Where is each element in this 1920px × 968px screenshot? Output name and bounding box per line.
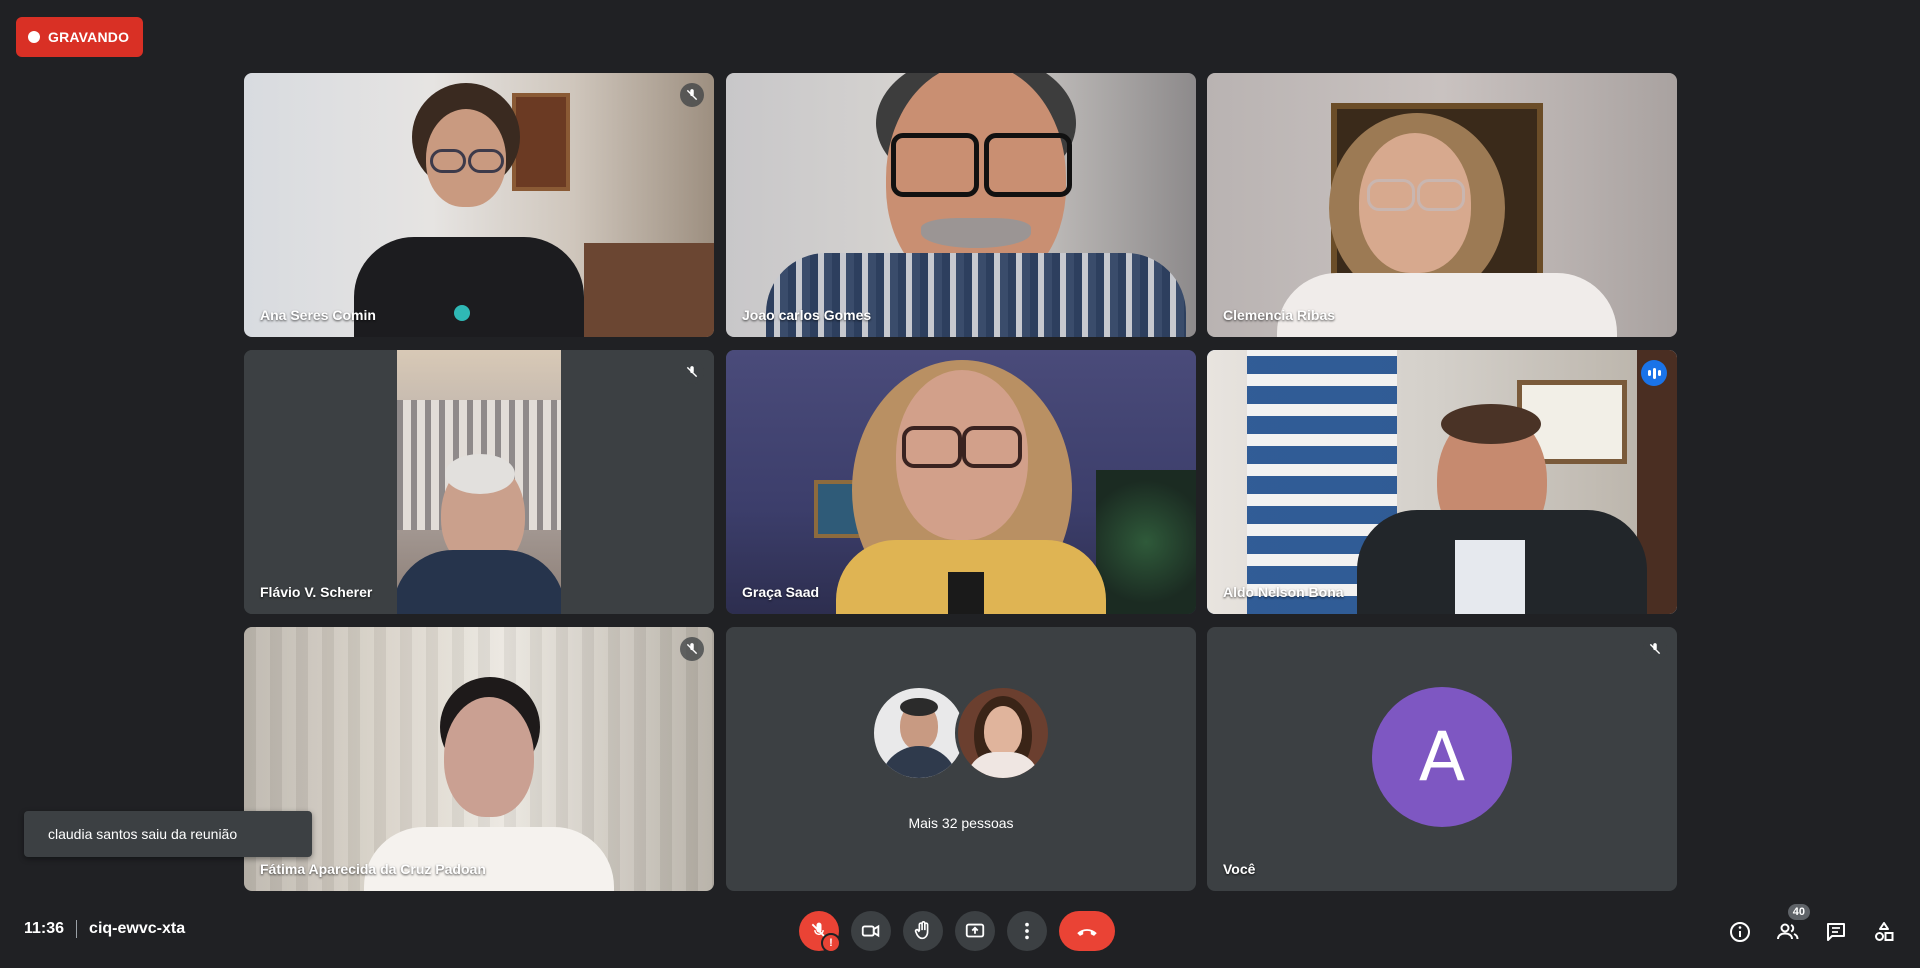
participant-video (244, 350, 714, 614)
more-participants-tile[interactable]: Mais 32 pessoas (726, 627, 1196, 891)
speaking-indicator-icon (1641, 360, 1667, 386)
recording-label: GRAVANDO (48, 29, 130, 45)
side-panel-controls: 40 (1724, 904, 1900, 948)
more-options-button[interactable] (1007, 911, 1047, 951)
leave-call-button[interactable] (1059, 911, 1115, 951)
participant-tile[interactable]: Joao carlos Gomes (726, 73, 1196, 337)
participant-video (244, 73, 714, 337)
meeting-info: 11:36 ciq-ewvc-xta (24, 920, 185, 938)
participant-video (726, 350, 1196, 614)
hang-up-icon (1077, 929, 1097, 936)
participant-name: Graça Saad (742, 584, 820, 600)
meeting-code[interactable]: ciq-ewvc-xta (89, 920, 185, 938)
warning-icon: ! (821, 933, 841, 953)
participant-name: Fátima Aparecida da Cruz Padoan (260, 861, 486, 877)
people-count-badge: 40 (1787, 904, 1810, 920)
mic-off-icon (680, 360, 704, 384)
participant-name: Flávio V. Scherer (260, 584, 373, 600)
more-participants-label: Mais 32 pessoas (908, 815, 1014, 831)
meeting-time: 11:36 (24, 920, 65, 937)
mic-off-icon (680, 637, 704, 661)
participant-tile[interactable]: Clemencia Ribas (1207, 73, 1677, 337)
self-avatar: A (1372, 687, 1512, 827)
people-icon (1777, 923, 1799, 940)
notification-toast: claudia santos saiu da reunião (24, 811, 312, 857)
activities-button[interactable] (1868, 916, 1900, 948)
participant-tile[interactable]: Fátima Aparecida da Cruz Padoan (244, 627, 714, 891)
more-participants-avatars (726, 685, 1196, 781)
avatar (871, 685, 967, 781)
chat-icon (1827, 923, 1845, 941)
participant-video (1207, 73, 1677, 337)
people-button[interactable]: 40 (1772, 904, 1810, 948)
participant-tile[interactable]: Ana Seres Comin (244, 73, 714, 337)
present-screen-button[interactable] (955, 911, 995, 951)
participant-name: Joao carlos Gomes (742, 307, 872, 323)
self-initial: A (1418, 717, 1466, 797)
participant-name: Ana Seres Comin (260, 307, 376, 323)
participant-tile-active-speaker[interactable]: Aldo Nelson Bona (1207, 350, 1677, 614)
participant-tile[interactable]: Graça Saad (726, 350, 1196, 614)
participant-tile[interactable]: Flávio V. Scherer (244, 350, 714, 614)
participant-video (244, 627, 714, 891)
more-vertical-icon (1025, 922, 1029, 940)
present-icon (965, 923, 985, 938)
info-icon (1730, 922, 1750, 942)
participant-name: Clemencia Ribas (1223, 307, 1336, 323)
self-name: Você (1223, 861, 1256, 877)
participant-video (726, 73, 1196, 337)
camera-icon (861, 924, 880, 938)
recording-dot-icon (28, 31, 40, 43)
mic-off-icon (1643, 637, 1667, 661)
toast-text: claudia santos saiu da reunião (48, 826, 238, 842)
raise-hand-button[interactable] (903, 911, 943, 951)
participant-name: Aldo Nelson Bona (1223, 584, 1344, 600)
participant-video (1207, 350, 1677, 614)
divider (76, 920, 78, 938)
self-tile[interactable]: A Você (1207, 627, 1677, 891)
meeting-details-button[interactable] (1724, 916, 1756, 948)
camera-toggle-button[interactable] (851, 911, 891, 951)
chat-button[interactable] (1820, 916, 1852, 948)
call-controls: ! (799, 911, 1115, 953)
hand-icon (914, 921, 929, 940)
recording-badge[interactable]: GRAVANDO (16, 17, 144, 57)
mic-toggle-button[interactable]: ! (799, 911, 841, 953)
mic-off-icon (680, 83, 704, 107)
activities-icon (1875, 922, 1894, 941)
avatar (955, 685, 1051, 781)
